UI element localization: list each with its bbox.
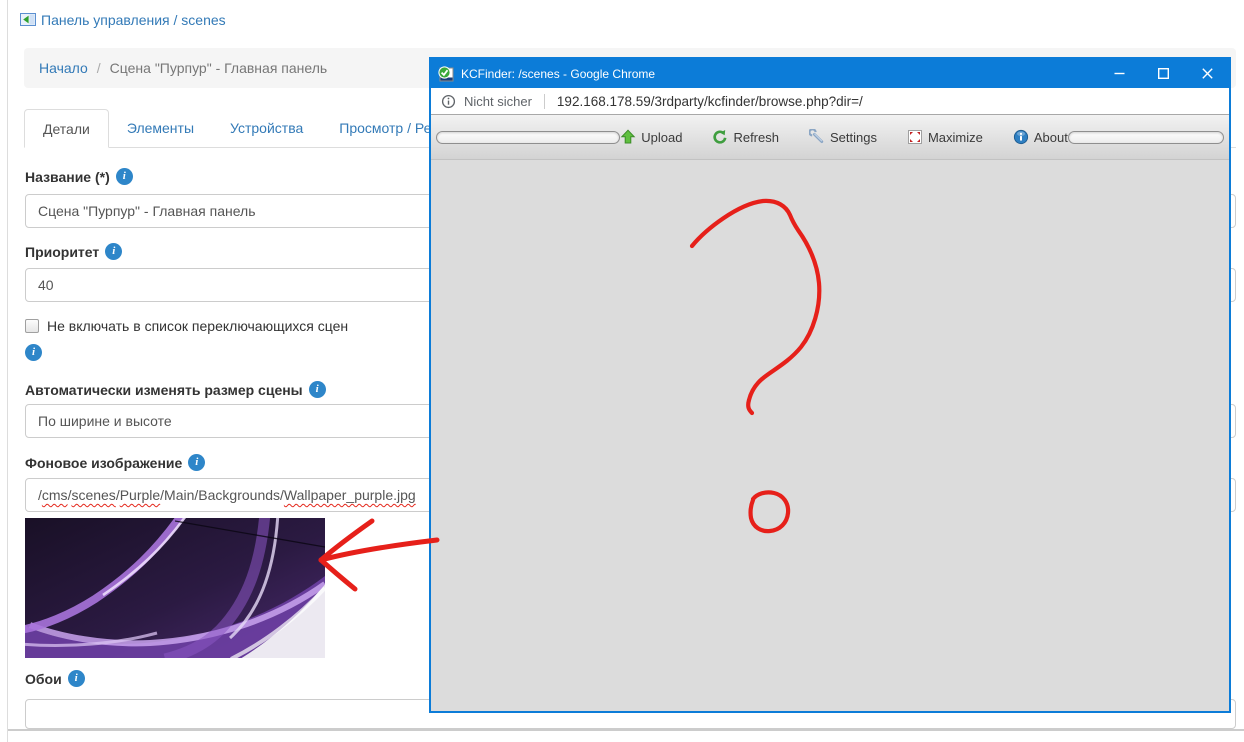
path-segment-misspelled: Purple	[119, 487, 161, 503]
toolbar-buttons: Upload Refresh Settings Maximize About	[620, 129, 1068, 145]
toolbar-left-bar	[436, 130, 621, 144]
background-field-label: Фоновое изображение	[25, 454, 206, 471]
maximize-button[interactable]	[1141, 59, 1185, 88]
window-title: KCFinder: /scenes - Google Chrome	[461, 66, 656, 81]
path-segment-misspelled: scenes	[71, 487, 116, 503]
address-url[interactable]: 192.168.178.59/3rdparty/kcfinder/browse.…	[557, 94, 863, 109]
path-segment-misspelled: Wallpaper_purple.jpg	[283, 487, 416, 503]
wallpaper-label-text: Обои	[25, 670, 62, 687]
page-info-icon[interactable]	[441, 94, 456, 109]
name-label-text: Название (*)	[25, 168, 110, 185]
breadcrumb-separator: /	[96, 60, 101, 76]
exclude-checkbox-label: Не включать в список переключающихся сце…	[47, 318, 349, 334]
tab-devices[interactable]: Устройства	[212, 109, 321, 148]
address-bar[interactable]: Nicht sicher 192.168.178.59/3rdparty/kcf…	[431, 88, 1229, 115]
kc-maximize-button[interactable]: Maximize	[907, 129, 983, 145]
upload-icon	[620, 129, 636, 144]
tab-elements[interactable]: Элементы	[109, 109, 212, 148]
kcfinder-titlebar[interactable]: KCFinder: /scenes - Google Chrome	[431, 59, 1229, 88]
settings-label: Settings	[829, 129, 877, 145]
kcfinder-file-area[interactable]	[431, 160, 1229, 711]
minimize-button[interactable]	[1097, 59, 1141, 88]
background-label-text: Фоновое изображение	[25, 454, 183, 471]
refresh-button[interactable]: Refresh	[712, 129, 779, 145]
upload-label: Upload	[641, 129, 683, 145]
about-button[interactable]: About	[1013, 129, 1068, 145]
info-icon[interactable]	[115, 168, 133, 185]
kcfinder-toolbar: Upload Refresh Settings Maximize About	[431, 115, 1229, 160]
panel-collapse-icon	[20, 13, 36, 26]
arrow-upper-barb	[318, 518, 375, 563]
about-label: About	[1033, 129, 1068, 145]
window-controls	[1097, 59, 1229, 88]
priority-label-text: Приоритет	[25, 243, 100, 260]
arrow-shaft	[318, 537, 440, 563]
maximize-icon	[1157, 68, 1169, 79]
close-icon	[1201, 68, 1213, 79]
kcfinder-app-icon	[438, 65, 454, 81]
info-icon[interactable]	[25, 344, 42, 361]
settings-icon	[808, 129, 824, 143]
priority-field-label: Приоритет	[25, 243, 123, 260]
control-panel-link[interactable]: Панель управления / scenes	[41, 12, 226, 28]
info-icon[interactable]	[188, 454, 206, 471]
refresh-icon	[713, 130, 727, 144]
left-border-rule	[7, 0, 8, 742]
exclude-checkbox-row: Не включать в список переключающихся сце…	[25, 318, 348, 334]
info-icon[interactable]	[67, 670, 85, 687]
refresh-label: Refresh	[733, 129, 779, 145]
admin-header: Панель управления / scenes	[20, 12, 226, 28]
wallpaper-thumbnail-image	[25, 518, 325, 658]
bottom-divider-rule	[8, 729, 1244, 731]
exclude-checkbox[interactable]	[25, 319, 39, 333]
minimize-icon	[1114, 72, 1124, 75]
kc-maximize-label: Maximize	[927, 129, 983, 145]
address-separator	[543, 93, 545, 109]
tab-details[interactable]: Детали	[24, 109, 109, 148]
tab-bar: Детали Элементы Устройства Просмотр / Ре…	[24, 109, 457, 148]
security-status-label[interactable]: Nicht sicher	[464, 94, 532, 109]
arrow-lower-barb	[318, 557, 358, 592]
upload-button[interactable]: Upload	[620, 129, 682, 145]
settings-button[interactable]: Settings	[808, 129, 877, 145]
kcfinder-window: KCFinder: /scenes - Google Chrome Nicht …	[429, 57, 1231, 713]
breadcrumb-current: Сцена "Пурпур" - Главная панель	[109, 60, 328, 76]
autoresize-label-text: Автоматически изменять размер сцены	[25, 381, 303, 398]
name-field-label: Название (*)	[25, 168, 133, 185]
wallpaper-field-label: Обои	[25, 670, 85, 687]
about-icon	[1013, 129, 1028, 145]
close-button[interactable]	[1185, 59, 1229, 88]
breadcrumb-home-link[interactable]: Начало	[39, 60, 88, 76]
path-segment: /Main/Backgrounds/	[160, 487, 284, 503]
maximize-window-icon	[907, 130, 922, 144]
screen: Панель управления / scenes Начало / Сцен…	[0, 0, 1244, 742]
autoresize-field-label: Автоматически изменять размер сцены	[25, 381, 326, 398]
info-icon[interactable]	[308, 381, 326, 398]
info-icon[interactable]	[105, 243, 123, 260]
toolbar-right-bar	[1067, 130, 1224, 144]
path-segment-misspelled: cms	[41, 487, 68, 503]
